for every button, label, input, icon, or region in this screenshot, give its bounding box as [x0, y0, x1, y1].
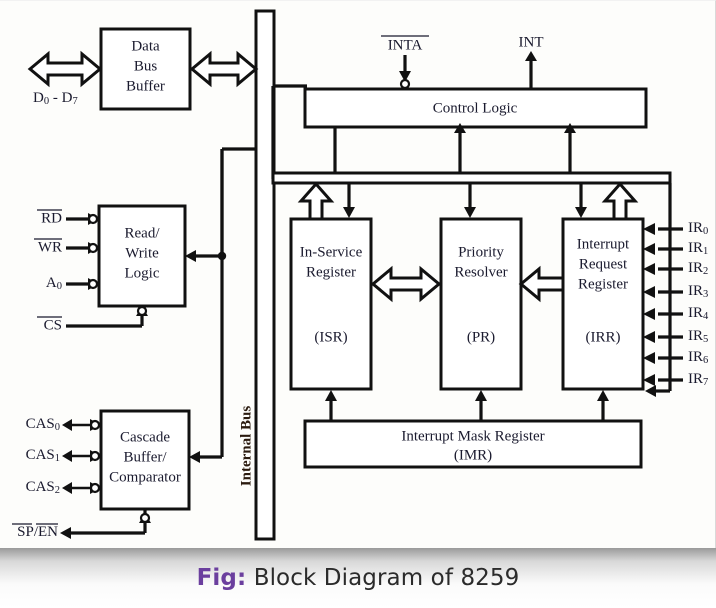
isr-line2: Register [306, 264, 356, 280]
irr-line3: Register [578, 276, 628, 292]
block-diagram-svg: Internal Bus Data Bus Buffer D0 - D7 Rea… [12, 9, 709, 541]
interrupt-request-register-block: Interrupt Request Register (IRR) [561, 217, 645, 391]
in-service-register-block: In-Service Register (ISR) [289, 217, 373, 391]
data-bus-label-text: D0 - D7 [33, 90, 78, 107]
ir-input-0: IR0 [643, 220, 708, 237]
irr-to-pr-hollow-arrow [518, 265, 565, 303]
read-write-logic-block: Read/ Write Logic [97, 204, 187, 308]
ir7-label: IR7 [688, 371, 708, 388]
internal-bus-label: Internal Bus [238, 406, 254, 487]
cas2-label: CAS2 [26, 479, 60, 496]
cs-label: CS [44, 317, 62, 333]
cas2-signal: CAS2 [26, 479, 101, 496]
ir-input-3: IR3 [643, 283, 708, 300]
interrupt-mask-register-block: Interrupt Mask Register (IMR) [303, 419, 643, 469]
pr-line1: Priority [458, 244, 504, 260]
pr-line2: Resolver [454, 264, 507, 280]
bus-to-pr-arrow [464, 183, 476, 218]
a0-signal: A0 [46, 275, 99, 292]
data-bus-label: D0 - D7 [33, 90, 78, 107]
ir3-label: IR3 [688, 283, 708, 300]
ir5-label: IR5 [688, 328, 708, 345]
rd-label: RD [41, 210, 62, 226]
internal-bus-to-cascade-wire [189, 149, 224, 463]
isr-abbrev: (ISR) [314, 329, 347, 345]
wr-signal: WR [34, 238, 99, 255]
data-bus-external-arrow [27, 50, 103, 88]
irr-line2: Request [579, 256, 628, 272]
figure-caption-prefix: Fig: [196, 565, 247, 591]
sp-en-label: SP/EN [17, 524, 58, 540]
isr-pr-bidirectional-arrow [370, 265, 442, 303]
figure-root: Internal Bus Data Bus Buffer D0 - D7 Rea… [0, 0, 716, 608]
inta-label: INTA [388, 37, 423, 53]
bus-to-irr-arrow [575, 183, 587, 218]
read-write-logic-line2: Write [125, 245, 159, 261]
ir-input-4: IR4 [643, 305, 709, 322]
cascade-buffer-block: Cascade Buffer/ Comparator [99, 409, 191, 511]
internal-bus-right-trunk [271, 84, 307, 179]
cascade-buffer-line3: Comparator [109, 469, 181, 485]
control-logic-up-arrows [454, 123, 576, 173]
control-logic-label: Control Logic [433, 100, 518, 116]
internal-bus: Internal Bus [238, 9, 276, 541]
data-bus-buffer-line3: Buffer [126, 78, 165, 94]
ir0-label: IR0 [688, 220, 708, 237]
ir-input-7: IR7 [643, 371, 708, 388]
ir-input-5: IR5 [643, 328, 708, 345]
irr-to-bus-hollow-arrow [601, 181, 639, 221]
imr-output-arrows [325, 390, 609, 421]
figure-caption: Fig: Block Diagram of 8259 [197, 565, 520, 591]
cs-signal: CS [37, 305, 148, 333]
cas1-signal: CAS1 [26, 447, 101, 464]
horizontal-control-bus [271, 171, 672, 185]
inta-signal: INTA [381, 35, 429, 90]
data-bus-buffer-line2: Bus [134, 58, 158, 74]
a0-label: A0 [46, 275, 62, 292]
imr-abbrev: (IMR) [454, 447, 492, 463]
wr-label: WR [38, 239, 62, 255]
figure-caption-bar: Fig: Block Diagram of 8259 [0, 548, 716, 608]
read-write-logic-line3: Logic [125, 265, 160, 281]
read-write-logic-line1: Read/ [125, 225, 161, 241]
figure-caption-body: Block Diagram of 8259 [246, 565, 520, 591]
ir-input-6: IR6 [643, 349, 708, 366]
cas1-label: CAS1 [26, 447, 60, 464]
sp-en-signal: SP/EN [12, 509, 151, 540]
cascade-buffer-line1: Cascade [120, 429, 170, 445]
ir4-label: IR4 [688, 305, 709, 322]
cas0-signal: CAS0 [26, 416, 101, 433]
ir-input-2: IR2 [643, 260, 708, 277]
ir2-label: IR2 [688, 260, 708, 277]
isr-line1: In-Service [300, 244, 363, 260]
cas0-label: CAS0 [26, 416, 60, 433]
imr-line1: Interrupt Mask Register [401, 428, 544, 444]
ir-input-1: IR1 [643, 240, 708, 257]
priority-resolver-block: Priority Resolver (PR) [439, 217, 523, 391]
irr-line1: Interrupt [577, 236, 630, 252]
irr-abbrev: (IRR) [586, 329, 621, 345]
bus-to-isr-arrow [343, 183, 355, 218]
ir1-label: IR1 [688, 240, 708, 257]
interrupt-request-inputs: IR0 IR1 IR2 IR3 IR4 IR5 IR6 IR7 [643, 220, 709, 388]
cascade-buffer-line2: Buffer/ [123, 449, 167, 465]
ir6-label: IR6 [688, 349, 708, 366]
data-bus-buffer-to-internal-bus-arrow [189, 50, 259, 88]
rd-signal: RD [37, 209, 99, 226]
isr-to-bus-hollow-arrow [297, 181, 335, 221]
pr-abbrev: (PR) [467, 329, 495, 345]
int-label: INT [519, 34, 544, 50]
block-diagram-canvas: Internal Bus Data Bus Buffer D0 - D7 Rea… [0, 0, 716, 548]
data-bus-buffer-line1: Data [131, 38, 160, 54]
data-bus-buffer-block: Data Bus Buffer [99, 27, 192, 111]
int-signal: INT [519, 34, 544, 89]
control-logic-block: Control Logic [303, 87, 648, 129]
